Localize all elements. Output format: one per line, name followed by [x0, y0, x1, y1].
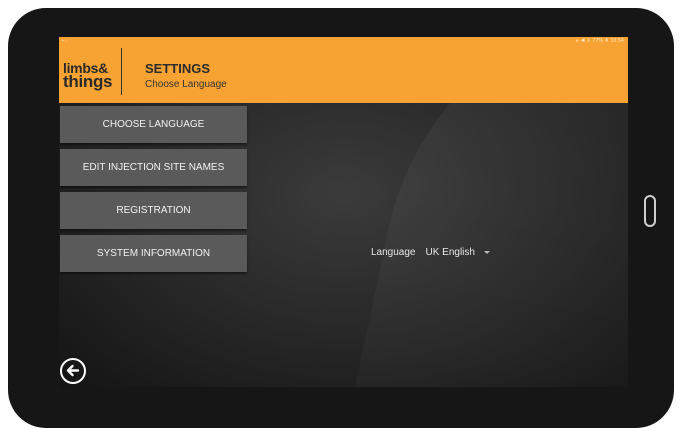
home-button[interactable]: [644, 195, 656, 227]
page-subtitle: Choose Language: [145, 79, 227, 90]
language-setting: Language UK English: [371, 247, 490, 258]
language-label: Language: [371, 247, 416, 258]
status-bar: ⚹ ◀ ▯ 77% ▮ 10:54: [575, 38, 624, 44]
system-information-button[interactable]: SYSTEM INFORMATION: [60, 235, 247, 272]
dropdown-caret-icon: [483, 251, 490, 254]
edit-injection-site-names-button[interactable]: EDIT INJECTION SITE NAMES: [60, 149, 247, 186]
choose-language-button[interactable]: CHOOSE LANGUAGE: [60, 106, 247, 143]
hardware-button: [154, 16, 216, 26]
app-header: ▪ ◌ ⚹ ◀ ▯ 77% ▮ 10:54 limbs& things SETT…: [59, 37, 628, 103]
header-divider: [121, 48, 122, 95]
back-arrow-icon[interactable]: [60, 358, 86, 384]
language-selected-value: UK English: [425, 247, 475, 258]
status-icons-left: ▪ ◌: [62, 38, 69, 44]
app-screen: ▪ ◌ ⚹ ◀ ▯ 77% ▮ 10:54 limbs& things SETT…: [59, 37, 628, 387]
language-dropdown[interactable]: UK English: [426, 247, 490, 258]
hardware-button: [102, 16, 132, 26]
settings-menu: CHOOSE LANGUAGE EDIT INJECTION SITE NAME…: [60, 106, 247, 278]
page-title: SETTINGS: [145, 61, 211, 76]
limbs-things-logo: limbs& things: [63, 61, 113, 91]
logo-line-2: things: [63, 72, 113, 91]
registration-button[interactable]: REGISTRATION: [60, 192, 247, 229]
